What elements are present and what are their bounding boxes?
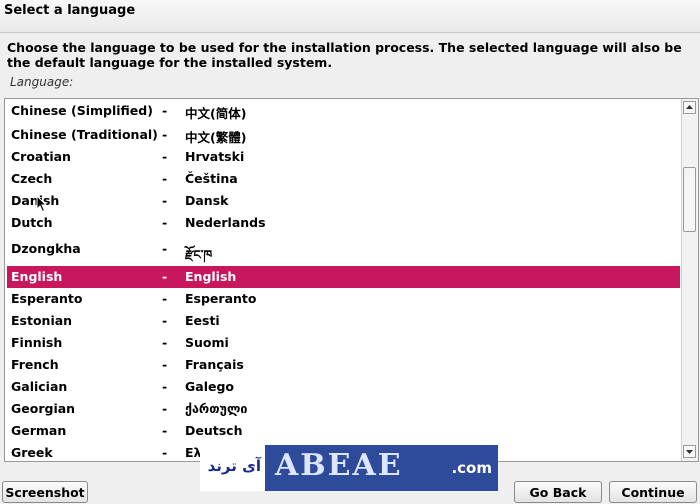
language-native-name: Esperanto xyxy=(185,291,257,306)
language-name: Esperanto xyxy=(11,291,83,306)
chevron-down-icon xyxy=(686,450,693,454)
language-name: Georgian xyxy=(11,401,76,416)
language-separator: - xyxy=(162,193,168,208)
language-separator: - xyxy=(162,335,168,350)
chevron-up-icon xyxy=(686,105,693,109)
language-native-name: Nederlands xyxy=(185,215,266,230)
language-option[interactable]: Galician - Galego xyxy=(7,376,680,398)
language-native-name: Eesti xyxy=(185,313,220,328)
language-native-name: Čeština xyxy=(185,171,238,186)
language-separator: - xyxy=(162,357,168,372)
watermark-left-text: آی ترند xyxy=(207,457,261,475)
language-native-name: Dansk xyxy=(185,193,229,208)
language-separator: - xyxy=(162,445,168,460)
language-name: Dzongkha xyxy=(11,241,81,256)
language-separator: - xyxy=(162,379,168,394)
language-separator: - xyxy=(162,171,168,186)
list-scrollbar[interactable] xyxy=(681,99,698,461)
language-native-name: Français xyxy=(185,357,244,372)
language-option[interactable]: French - Français xyxy=(7,354,680,376)
language-list[interactable]: Chinese (Simplified) - 中文(简体) Chinese (Trad… xyxy=(5,99,680,461)
language-native-name: ქართული xyxy=(185,401,248,416)
language-list-label: Language: xyxy=(10,75,74,89)
language-option[interactable]: Croatian - Hrvatski xyxy=(7,146,680,168)
language-option[interactable]: Finnish - Suomi xyxy=(7,332,680,354)
language-option[interactable]: Danish - Dansk xyxy=(7,190,680,212)
language-option[interactable]: Dutch - Nederlands xyxy=(7,212,680,234)
language-name: Finnish xyxy=(11,335,63,350)
language-option[interactable]: Dzongkha - རྫོང་ཁ xyxy=(7,238,680,262)
watermark-suffix: .com xyxy=(451,459,492,477)
language-name: German xyxy=(11,423,67,438)
language-native-name: 中文(简体) xyxy=(185,106,247,121)
scroll-up-button[interactable] xyxy=(683,101,696,114)
language-name: French xyxy=(11,357,59,372)
language-name: Chinese (Simplified) xyxy=(11,103,153,118)
language-name: Chinese (Traditional) xyxy=(11,127,158,142)
language-name: Croatian xyxy=(11,149,71,164)
description-text: Choose the language to be used for the i… xyxy=(7,40,682,70)
language-separator: - xyxy=(162,127,168,142)
language-separator: - xyxy=(162,241,168,256)
language-name: Czech xyxy=(11,171,53,186)
language-option[interactable]: Czech - Čeština xyxy=(7,168,680,190)
language-option[interactable]: English - English xyxy=(7,266,680,288)
scroll-down-button[interactable] xyxy=(683,445,696,458)
language-separator: - xyxy=(162,215,168,230)
language-separator: - xyxy=(162,291,168,306)
language-listbox[interactable]: Chinese (Simplified) - 中文(简体) Chinese (Trad… xyxy=(4,98,699,462)
language-native-name: 中文(繁體) xyxy=(185,130,247,145)
language-option[interactable]: Chinese (Traditional) - 中文(繁體) xyxy=(7,124,680,146)
title-bar: Select a language xyxy=(0,0,700,33)
language-name: Dutch xyxy=(11,215,53,230)
language-native-name: Deutsch xyxy=(185,423,243,438)
language-name: Galician xyxy=(11,379,68,394)
language-option[interactable]: Estonian - Eesti xyxy=(7,310,680,332)
watermark-left: آی ترند xyxy=(200,445,265,491)
language-native-name: Hrvatski xyxy=(185,149,245,164)
watermark-right: ABEAE .com xyxy=(265,445,498,491)
language-native-name: Galego xyxy=(185,379,234,394)
language-separator: - xyxy=(162,103,168,118)
language-option[interactable]: Chinese (Simplified) - 中文(简体) xyxy=(7,100,680,122)
language-separator: - xyxy=(162,149,168,164)
language-name: Greek xyxy=(11,445,53,460)
watermark-logo: آی ترند ABEAE .com xyxy=(200,445,498,491)
language-option[interactable]: Esperanto - Esperanto xyxy=(7,288,680,310)
language-native-name: Suomi xyxy=(185,335,229,350)
window-title: Select a language xyxy=(4,3,136,18)
language-separator: - xyxy=(162,401,168,416)
mouse-cursor-icon xyxy=(36,195,48,213)
language-name: Estonian xyxy=(11,313,73,328)
language-name: English xyxy=(11,269,63,284)
language-separator: - xyxy=(162,269,168,284)
language-native-name: English xyxy=(185,269,237,284)
scroll-thumb[interactable] xyxy=(683,167,696,232)
language-option[interactable]: German - Deutsch xyxy=(7,420,680,442)
language-option[interactable]: Georgian - ქართული xyxy=(7,398,680,420)
language-separator: - xyxy=(162,423,168,438)
watermark-letters: ABEAE xyxy=(275,448,403,483)
language-separator: - xyxy=(162,313,168,328)
